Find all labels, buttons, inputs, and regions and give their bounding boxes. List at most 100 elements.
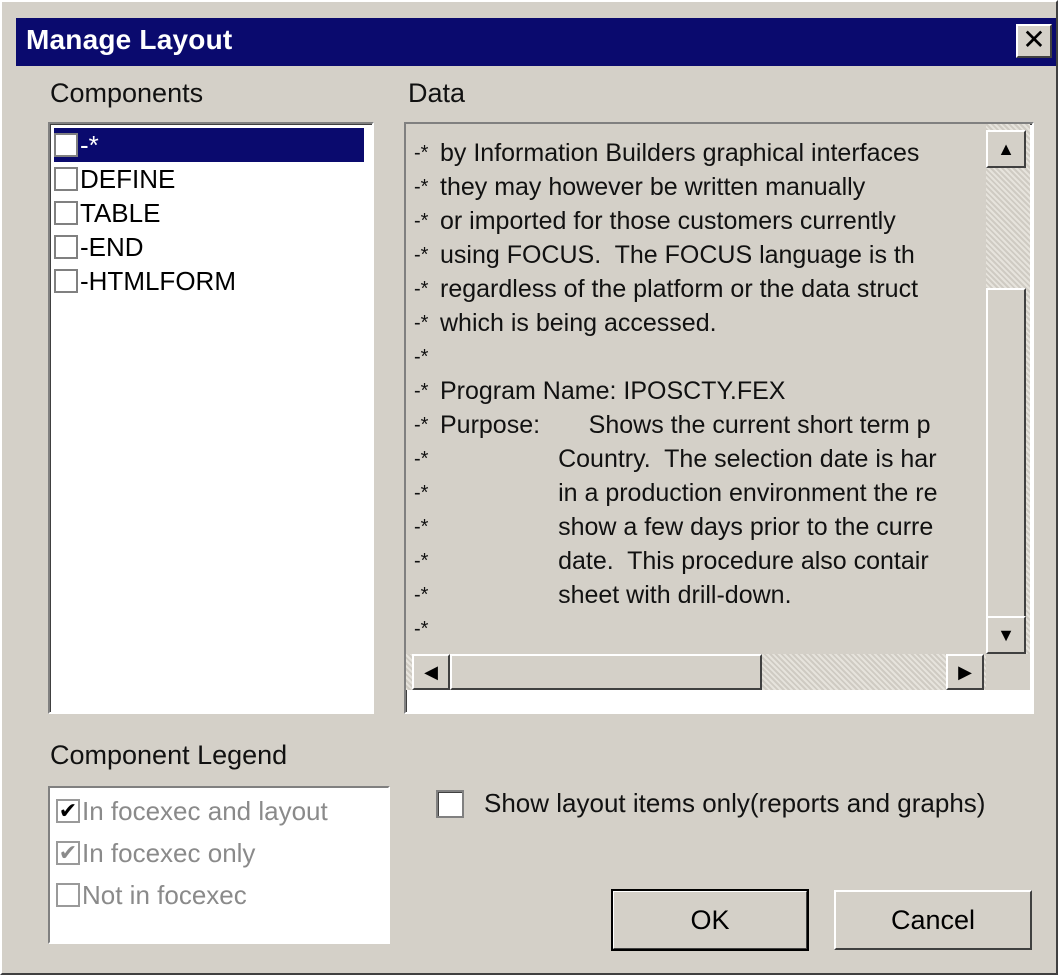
data-line: -*: [414, 340, 440, 374]
scroll-corner: [986, 654, 1030, 690]
data-line-prefix: -*: [414, 142, 429, 164]
component-label: TABLE: [80, 197, 161, 228]
data-line-prefix: -*: [414, 482, 429, 504]
component-label: DEFINE: [80, 163, 176, 194]
component-legend-box: ✔ In focexec and layout ✔ In focexec only No…: [48, 786, 390, 944]
legend-checkbox: ✔: [56, 799, 80, 823]
data-line: -* Country. The selection date is har: [414, 442, 937, 476]
data-line-prefix: -*: [414, 414, 429, 436]
legend-item: ✔ In focexec only: [56, 836, 255, 870]
data-line: -* or imported for those customers curren…: [414, 204, 896, 238]
data-line-prefix: -*: [414, 618, 429, 640]
data-line: -* sheet with drill-down.: [414, 578, 792, 612]
data-text-area[interactable]: -* by Information Builders graphical inte…: [404, 122, 1034, 714]
component-checkbox[interactable]: [54, 167, 78, 191]
vertical-scrollbar[interactable]: ▲ ▼: [986, 124, 1030, 654]
data-line-prefix: -*: [414, 380, 429, 402]
arrow-left-icon: ◀: [424, 662, 438, 682]
data-line-prefix: -*: [414, 584, 429, 606]
data-line-text: Purpose: Shows the current short term p: [440, 411, 931, 439]
ok-button[interactable]: OK: [611, 889, 809, 951]
cancel-button[interactable]: Cancel: [834, 890, 1032, 950]
arrow-up-icon: ▲: [997, 139, 1015, 159]
show-layout-only-option[interactable]: Show layout items only(reports and graph…: [436, 788, 985, 819]
data-line: -* which is being accessed.: [414, 306, 717, 340]
legend-checkbox: ✔: [56, 841, 80, 865]
legend-label: In focexec only: [82, 837, 256, 868]
data-line-prefix: -*: [414, 550, 429, 572]
data-line-prefix: -*: [414, 244, 429, 266]
data-line: -* Program Name: IPOSCTY.FEX: [414, 374, 785, 408]
show-layout-only-label: Show layout items only(reports and graph…: [484, 788, 986, 818]
data-line-prefix: -*: [414, 448, 429, 470]
data-line: -* show a few days prior to the curre: [414, 510, 933, 544]
component-label: -*: [80, 129, 99, 160]
components-label: Components: [50, 78, 204, 108]
arrow-down-icon: ▼: [997, 625, 1015, 645]
close-icon: ✕: [1022, 24, 1046, 55]
component-checkbox[interactable]: [54, 133, 78, 157]
data-text-content[interactable]: -* by Information Builders graphical inte…: [406, 124, 986, 654]
component-item[interactable]: DEFINE: [54, 162, 364, 196]
component-item[interactable]: -END: [54, 230, 364, 264]
data-line-text: regardless of the platform or the data s…: [440, 275, 919, 303]
data-line-text: they may however be written manually: [440, 173, 866, 201]
data-line: -* by Information Builders graphical inte…: [414, 136, 919, 170]
scroll-right-button[interactable]: ▶: [946, 654, 984, 690]
ok-button-label: OK: [690, 904, 730, 935]
legend-checkbox: [56, 883, 80, 907]
data-line-text: Program Name: IPOSCTY.FEX: [440, 377, 786, 405]
data-line-text: by Information Builders graphical interf…: [440, 139, 920, 167]
data-line: -* they may however be written manually: [414, 170, 865, 204]
component-checkbox[interactable]: [54, 269, 78, 293]
window-title: Manage Layout: [26, 24, 233, 55]
legend-label: In focexec and layout: [82, 795, 328, 826]
horizontal-scrollbar[interactable]: ◀ ▶: [406, 654, 986, 690]
component-checkbox[interactable]: [54, 235, 78, 259]
show-layout-only-checkbox[interactable]: [436, 789, 464, 818]
data-line-prefix: -*: [414, 312, 429, 334]
data-line-text: using FOCUS. The FOCUS language is th: [440, 241, 915, 269]
title-bar[interactable]: Manage Layout ✕: [16, 18, 1056, 66]
data-line-prefix: -*: [414, 176, 429, 198]
horizontal-scroll-thumb[interactable]: [450, 654, 762, 690]
data-line-text: Country. The selection date is har: [440, 445, 937, 473]
component-item[interactable]: -*: [54, 128, 364, 162]
data-line-prefix: -*: [414, 210, 429, 232]
data-line-text: sheet with drill-down.: [440, 581, 792, 609]
component-item[interactable]: TABLE: [54, 196, 364, 230]
vertical-scroll-thumb[interactable]: [986, 288, 1026, 618]
data-line: -* in a production environment the re: [414, 476, 937, 510]
component-label: -HTMLFORM: [80, 265, 236, 296]
data-line-prefix: -*: [414, 516, 429, 538]
data-line: -* using FOCUS. The FOCUS language is th: [414, 238, 915, 272]
arrow-right-icon: ▶: [958, 662, 972, 682]
data-line-prefix: -*: [414, 278, 429, 300]
legend-item: ✔ In focexec and layout: [56, 794, 328, 828]
data-line: -* date. This procedure also contair: [414, 544, 929, 578]
manage-layout-dialog: Manage Layout ✕ Components -* DEFINE TABLE…: [0, 0, 1058, 975]
data-line-text: which is being accessed.: [440, 309, 717, 337]
check-icon: ✔: [58, 798, 78, 823]
scroll-up-button[interactable]: ▲: [986, 130, 1026, 168]
data-line: -* regardless of the platform or the data…: [414, 272, 918, 306]
cancel-button-label: Cancel: [890, 904, 976, 935]
scroll-down-button[interactable]: ▼: [986, 616, 1026, 654]
legend-item: Not in focexec: [56, 878, 247, 912]
data-line-text: date. This procedure also contair: [440, 547, 929, 575]
data-line-prefix: -*: [414, 346, 429, 368]
data-label: Data: [408, 78, 466, 108]
component-legend-label: Component Legend: [50, 740, 288, 770]
data-line: -* Purpose: Shows the current short term …: [414, 408, 931, 442]
data-line: -*: [414, 612, 440, 646]
legend-label: Not in focexec: [82, 879, 247, 910]
component-item[interactable]: -HTMLFORM: [54, 264, 364, 298]
component-checkbox[interactable]: [54, 201, 78, 225]
data-line-text: show a few days prior to the curre: [440, 513, 934, 541]
data-line-text: in a production environment the re: [440, 479, 938, 507]
check-icon: ✔: [58, 840, 78, 865]
close-button[interactable]: ✕: [1016, 24, 1052, 58]
scroll-left-button[interactable]: ◀: [412, 654, 450, 690]
data-line-text: or imported for those customers currentl…: [440, 207, 896, 235]
components-list[interactable]: -* DEFINE TABLE -END -HTMLFORM: [48, 122, 374, 714]
